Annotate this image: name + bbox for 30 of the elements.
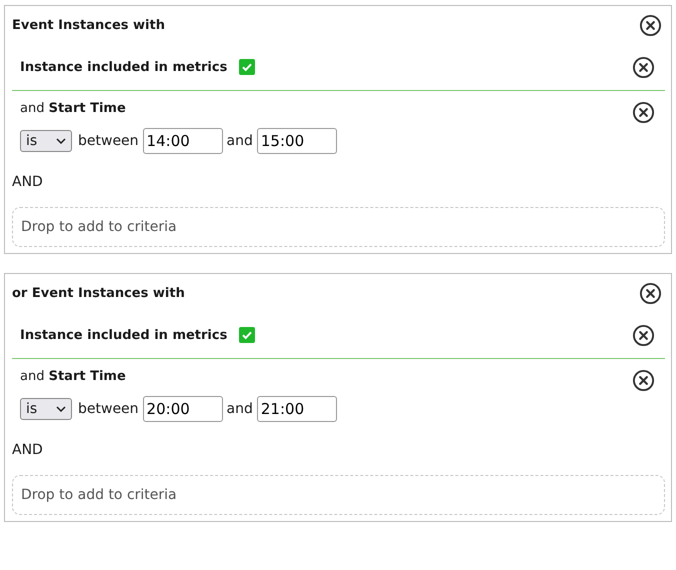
panel-title: Event Instances with [12,18,165,32]
drop-zone[interactable]: Drop to add to criteria [12,475,665,515]
caret-icon [56,406,66,412]
and-label: and [226,133,253,149]
logic-label: AND [12,174,43,190]
drop-zone[interactable]: Drop to add to criteria [12,207,665,247]
time-field[interactable]: 14:00 [142,128,223,154]
time-field[interactable]: 21:00 [256,396,337,422]
criterion-label: and Start Time [20,101,126,116]
criterion-label: Instance included in metrics [20,60,228,74]
criterion-label: Instance included in metrics [20,328,228,342]
and-label: and [226,401,253,417]
criterion-label: and Start Time [20,369,126,384]
panel-title: or Event Instances with [12,286,185,300]
between-label: between [78,401,139,417]
close-icon[interactable] [632,369,655,392]
operator-dropdown[interactable]: is [20,130,72,152]
checkbox[interactable] [239,327,256,343]
time-field[interactable]: 20:00 [142,396,223,422]
time-field[interactable]: 15:00 [256,128,337,154]
close-icon[interactable] [632,324,655,346]
logic-label: AND [12,442,43,458]
checkbox[interactable] [239,59,256,75]
close-icon[interactable] [632,101,655,124]
operator-dropdown[interactable]: is [20,398,72,420]
close-icon[interactable] [639,282,662,304]
close-icon[interactable] [639,14,662,36]
caret-icon [56,138,66,144]
between-label: between [78,133,139,149]
close-icon[interactable] [632,56,655,78]
